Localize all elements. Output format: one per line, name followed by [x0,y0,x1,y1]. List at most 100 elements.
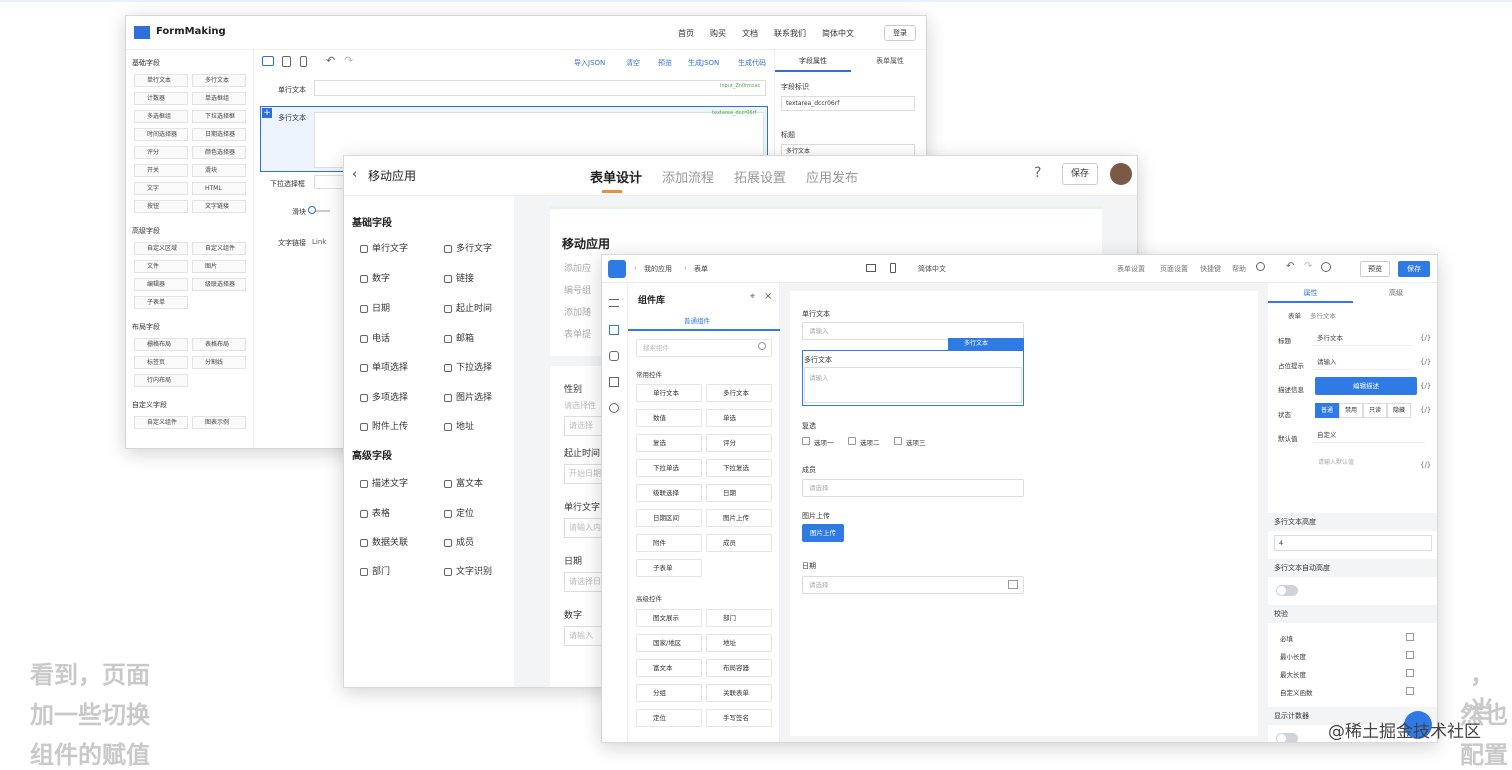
component-button[interactable]: 复选 [636,434,702,452]
field-item[interactable]: 行内布局 [134,374,188,387]
formula-icon[interactable]: {/} [1420,334,1431,342]
field-item[interactable]: 单项选择 [360,360,408,373]
component-button[interactable]: 日期 [706,484,772,502]
placeholder-input[interactable]: 请输入 [1313,355,1413,370]
component-button[interactable]: 评分 [706,434,772,452]
field-item[interactable]: 单行文字 [360,241,408,254]
field-item[interactable]: 标签页 [134,356,188,369]
date-select[interactable]: 请选择 [802,576,1024,594]
preview-button[interactable]: 预览 [1360,261,1390,277]
nav-language[interactable]: 简体中文 [822,28,854,39]
component-button[interactable]: 关联表单 [706,684,772,702]
field-item[interactable]: 表格布局 [192,338,246,351]
field-item[interactable]: 时间选择器 [134,128,188,141]
data-source-icon[interactable] [609,351,619,361]
tab-form-design[interactable]: 表单设计 [590,167,642,186]
state-hidden[interactable]: 隐藏 [1387,403,1411,418]
component-button[interactable]: 图片上传 [706,509,772,527]
edit-icon[interactable] [1406,669,1414,677]
nav-home[interactable]: 首页 [678,28,694,39]
tab-form-props[interactable]: 表单属性 [851,50,926,72]
slider-handle[interactable] [308,206,316,214]
form-hint[interactable]: 表单提 [564,327,591,340]
checkbox[interactable] [848,437,856,445]
edit-icon[interactable] [1406,633,1414,641]
field-item[interactable]: 图片选择 [444,390,492,403]
language-select[interactable]: 简体中文 [918,264,946,274]
component-button[interactable]: 富文本 [636,659,702,677]
shortcuts-link[interactable]: 快捷键 [1200,264,1221,274]
multi-line-textarea[interactable]: 请输入 [804,367,1022,403]
component-button[interactable]: 部门 [706,609,772,627]
edit-icon[interactable] [1406,687,1414,695]
form-hint[interactable]: 添加应 [564,261,591,274]
title-input[interactable]: 多行文本 [1313,331,1413,346]
save-button[interactable]: 保存 [1062,163,1098,185]
save-button[interactable]: 保存 [1398,261,1430,277]
component-button[interactable]: 下拉单选 [636,459,702,477]
tab-advanced[interactable]: 高级 [1353,283,1437,303]
component-button[interactable]: 图文展示 [636,609,702,627]
tab-properties[interactable]: 属性 [1268,283,1353,303]
edit-description-button[interactable]: 编辑描述 [1315,377,1417,395]
clear-button[interactable]: 清空 [626,58,640,68]
field-item[interactable]: 计数器 [134,92,188,105]
generate-code-button[interactable]: 生成代码 [738,58,766,68]
selected-tag[interactable]: 多行文本 [948,338,1024,350]
field-item[interactable]: 文字识别 [444,564,492,577]
field-item[interactable]: 开关 [134,164,188,177]
field-item[interactable]: 级联选择器 [192,278,246,291]
form-hint[interactable]: 编号组 [564,283,591,296]
search-icon[interactable] [1256,262,1265,271]
desktop-view-icon[interactable] [866,264,876,272]
field-item[interactable]: 下拉选择框 [192,110,246,123]
tablet-view-icon[interactable] [282,56,291,67]
field-item[interactable]: 评分 [134,146,188,159]
nav-docs[interactable]: 文档 [742,28,758,39]
component-button[interactable]: 多行文本 [706,384,772,402]
auto-height-toggle[interactable] [1276,585,1298,596]
field-item[interactable]: 定位 [444,506,474,519]
field-item[interactable]: 日期选择器 [192,128,246,141]
breadcrumb-app[interactable]: 我的应用 [644,264,672,274]
field-item[interactable]: HTML [192,182,246,195]
field-item[interactable]: 多行文字 [444,241,492,254]
tab-common-components[interactable]: 普通组件 [684,315,710,325]
field-item[interactable]: 按钮 [134,200,188,213]
checkbox[interactable] [802,437,810,445]
component-button[interactable]: 附件 [636,534,702,552]
field-item[interactable]: 富文本 [444,476,483,489]
field-item[interactable]: 部门 [360,564,390,577]
component-button[interactable]: 国家/地区 [636,634,702,652]
login-button[interactable]: 登录 [884,25,916,41]
nav-contact[interactable]: 联系我们 [774,28,806,39]
page-settings-link[interactable]: 页面设置 [1160,264,1188,274]
formula-icon[interactable]: {/} [1420,358,1431,366]
component-search-input[interactable]: 搜索组件 [636,339,772,357]
canvas-input[interactable] [314,80,766,96]
field-item[interactable]: 多项选择 [360,390,408,403]
form-hint[interactable]: 添加随 [564,305,591,318]
field-item[interactable]: 附件上传 [360,419,408,432]
image-upload-button[interactable]: 图片上传 [802,524,844,542]
field-item[interactable]: 栅格布局 [134,338,188,351]
component-button[interactable]: 地址 [706,634,772,652]
field-item[interactable]: 自定义组件 [192,242,246,255]
height-stepper[interactable]: 4 [1274,535,1432,551]
component-button[interactable]: 成员 [706,534,772,552]
state-normal[interactable]: 普通 [1315,403,1339,418]
nav-buy[interactable]: 购买 [710,28,726,39]
prop-crumb[interactable]: 表单 [1288,310,1301,320]
link-text[interactable]: Link [312,238,326,246]
mobile-view-icon[interactable] [890,263,896,273]
image-icon[interactable] [609,377,619,387]
field-item[interactable]: 编辑器 [134,278,188,291]
components-icon[interactable] [609,325,619,335]
avatar[interactable] [1110,163,1132,185]
form-settings-link[interactable]: 表单设置 [1117,264,1145,274]
component-button[interactable]: 单选 [706,409,772,427]
redo-icon[interactable]: ↷ [1304,261,1312,272]
member-select[interactable]: 请选择 [802,479,1024,497]
field-item[interactable]: 单行文本 [134,74,188,87]
component-button[interactable]: 子表单 [636,559,702,577]
